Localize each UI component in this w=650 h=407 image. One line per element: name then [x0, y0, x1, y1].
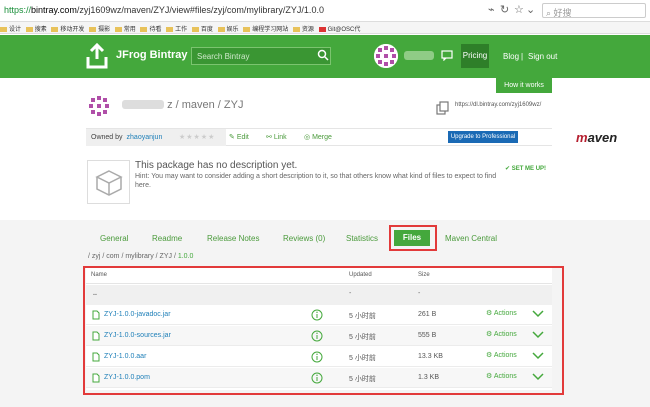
- edit-icon: ✎: [229, 134, 237, 141]
- search-icon: ⌕: [546, 8, 554, 18]
- bookmark-item[interactable]: 资源: [292, 24, 314, 33]
- rating-stars[interactable]: ★★★★★: [179, 133, 215, 141]
- bookmark-item[interactable]: 常用: [114, 24, 136, 33]
- link-button[interactable]: ⚯ Link: [266, 133, 287, 141]
- owner-blurred: [122, 100, 164, 109]
- header-separator: |: [521, 52, 524, 61]
- message-icon[interactable]: [441, 49, 453, 61]
- tab-reviews[interactable]: Reviews (0): [283, 234, 325, 243]
- bookmark-item[interactable]: 移动开发: [51, 24, 84, 33]
- username-blurred: [404, 51, 434, 60]
- how-it-works-button[interactable]: How it works: [496, 78, 552, 93]
- folder-icon: [166, 27, 174, 32]
- site-search-placeholder: Search Bintray: [197, 52, 250, 61]
- bookmark-item[interactable]: 工作: [166, 24, 187, 33]
- package-meta-bar: Owned by zhaoyanjun ★★★★★ ✎ Edit ⚯ Link ◎…: [86, 128, 617, 146]
- set-me-up-label: SET ME UP!: [511, 166, 547, 172]
- package-path[interactable]: z / maven / ZYJ: [167, 99, 243, 111]
- url-text[interactable]: https://bintray.com/zyj1609wz/maven/ZYJ/…: [4, 5, 324, 15]
- description-hint: Hint: You may want to consider adding a …: [135, 173, 497, 189]
- merge-button[interactable]: ◎ Merge: [304, 133, 332, 141]
- folder-icon: [51, 27, 59, 32]
- tab-statistics[interactable]: Statistics: [346, 234, 378, 243]
- path-prefix[interactable]: / zyj / com / mylibrary / ZYJ /: [88, 253, 178, 260]
- copy-icon[interactable]: [436, 101, 450, 115]
- git-icon: [318, 27, 326, 32]
- wrench-icon: ✔: [505, 166, 512, 172]
- bookmark-item[interactable]: 摄影: [89, 24, 110, 33]
- tab-release-notes[interactable]: Release Notes: [207, 234, 259, 243]
- merge-label: Merge: [312, 134, 332, 141]
- download-url[interactable]: https://dl.bintray.com/zyj1609wz/: [455, 102, 541, 108]
- files-path-breadcrumb[interactable]: / zyj / com / mylibrary / ZYJ / 1.0.0: [88, 253, 193, 260]
- folder-icon: [0, 27, 7, 32]
- folder-icon: [140, 27, 148, 32]
- url-path: /zyj1609wz/maven/ZYJ/view#files/zyj/com/…: [76, 5, 324, 15]
- files-tab-highlight: [389, 225, 437, 251]
- dropdown-icon[interactable]: ⌄: [526, 3, 535, 16]
- user-avatar[interactable]: [374, 44, 398, 68]
- folder-icon: [243, 27, 251, 32]
- bookmark-icon[interactable]: ⌁: [488, 3, 495, 16]
- no-description-text: This package has no description yet.: [135, 160, 298, 171]
- owned-by-label: Owned by: [91, 134, 123, 141]
- folder-icon: [292, 27, 300, 32]
- folder-icon: [114, 27, 122, 32]
- folder-icon: [217, 27, 225, 32]
- bookmark-item[interactable]: 搜素: [25, 24, 47, 33]
- edit-button[interactable]: ✎ Edit: [229, 133, 249, 141]
- site-logo-text[interactable]: JFrog Bintray: [116, 49, 188, 61]
- bookmark-item[interactable]: 设计: [0, 24, 21, 33]
- box-icon: [95, 170, 123, 196]
- bookmark-item[interactable]: 编程学习网站: [243, 24, 288, 33]
- tab-readme[interactable]: Readme: [152, 234, 182, 243]
- files-table-highlight: [83, 266, 564, 395]
- site-search-input[interactable]: Search Bintray: [191, 47, 331, 65]
- merge-icon: ◎: [304, 134, 313, 141]
- search-icon[interactable]: [317, 49, 329, 61]
- edit-label: Edit: [236, 134, 249, 141]
- address-bar[interactable]: https://bintray.com/zyj1609wz/maven/ZYJ/…: [0, 0, 650, 22]
- site-header: JFrog Bintray Search Bintray Pricing Blo…: [0, 35, 650, 78]
- browser-search-placeholder: 好搜: [553, 8, 572, 18]
- package-image-placeholder: [87, 160, 130, 204]
- upgrade-button[interactable]: Upgrade to Professional: [448, 131, 518, 143]
- url-domain: bintray.com: [31, 5, 77, 15]
- folder-icon: [25, 27, 33, 32]
- package-breadcrumb: z / maven / ZYJ: [122, 99, 243, 111]
- owner-link[interactable]: zhaoyanjun: [127, 134, 163, 141]
- link-label: Link: [273, 134, 287, 141]
- bookmark-item[interactable]: 百度: [191, 24, 213, 33]
- bookmark-item[interactable]: Git@OSC代: [318, 24, 360, 33]
- bookmarks-bar: 设计 搜素 移动开发 摄影 常用 待看 工作 百度 娱乐 编程学习网站 资源 G…: [0, 22, 650, 34]
- refresh-icon[interactable]: ↻: [500, 3, 509, 16]
- folder-icon: [89, 27, 97, 32]
- maven-logo: maven: [576, 130, 618, 145]
- browser-search-input[interactable]: ⌕ 好搜: [542, 3, 646, 18]
- package-avatar: [87, 94, 111, 118]
- bookmark-item[interactable]: 待看: [140, 24, 161, 33]
- tab-maven-central[interactable]: Maven Central: [445, 234, 497, 243]
- folder-icon: [191, 27, 199, 32]
- sign-out-link[interactable]: Sign out: [528, 52, 557, 61]
- tab-general[interactable]: General: [100, 234, 128, 243]
- set-me-up-button[interactable]: ✔ SET ME UP!: [505, 165, 546, 172]
- url-protocol: https://: [4, 5, 32, 15]
- bintray-logo-icon[interactable]: [86, 43, 108, 69]
- bookmark-item[interactable]: 娱乐: [217, 24, 239, 33]
- pricing-button[interactable]: Pricing: [461, 44, 489, 68]
- path-version: 1.0.0: [177, 253, 194, 260]
- blog-link[interactable]: Blog: [503, 52, 519, 61]
- star-icon[interactable]: ☆: [514, 3, 524, 16]
- link-icon: ⚯: [266, 134, 274, 141]
